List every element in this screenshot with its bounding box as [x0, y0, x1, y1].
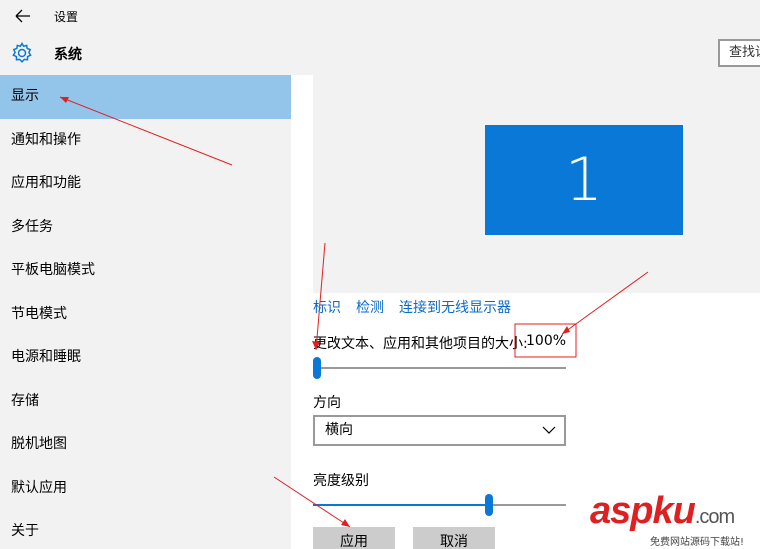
sidebar: 显示 通知和操作 应用和功能 多任务 平板电脑模式 节电模式 电源和睡眠 存储 …	[0, 75, 291, 549]
window-title: 设置	[54, 10, 79, 24]
sidebar-item-tablet-mode[interactable]: 平板电脑模式	[0, 249, 291, 293]
detect-link[interactable]: 检测	[356, 300, 384, 316]
cancel-button[interactable]: 取消	[413, 527, 495, 549]
page-title: 系统	[54, 47, 82, 63]
settings-window: 设置 系统 查找设 显示 通知和操作 应用和功能 多任务 平板电脑模式 节电模式…	[0, 0, 760, 549]
brightness-slider-fill	[313, 504, 489, 506]
scale-slider-thumb[interactable]	[313, 357, 321, 379]
page-header: 系统 查找设	[0, 33, 760, 75]
sidebar-item-multitasking[interactable]: 多任务	[0, 206, 291, 250]
orientation-select[interactable]: 横向	[313, 415, 566, 446]
watermark-brand: aspku	[590, 490, 696, 532]
scale-label: 更改文本、应用和其他项目的大小:	[313, 336, 528, 352]
monitor-tile[interactable]: 1	[485, 125, 683, 235]
chevron-down-icon	[542, 426, 556, 434]
connect-wireless-display-link[interactable]: 连接到无线显示器	[399, 300, 511, 316]
sidebar-item-about[interactable]: 关于	[0, 510, 291, 549]
title-bar: 设置	[0, 0, 760, 33]
search-input[interactable]: 查找设	[718, 39, 760, 67]
watermark-logo: aspku.com 免费网站源码下载站!	[590, 490, 760, 549]
display-links: 标识 检测 连接到无线显示器	[313, 297, 526, 317]
sidebar-item-apps-features[interactable]: 应用和功能	[0, 162, 291, 206]
sidebar-item-battery-saver[interactable]: 节电模式	[0, 293, 291, 337]
scale-slider-track[interactable]	[313, 367, 566, 369]
orientation-label: 方向	[313, 395, 341, 411]
sidebar-item-power-sleep[interactable]: 电源和睡眠	[0, 336, 291, 380]
sidebar-item-offline-maps[interactable]: 脱机地图	[0, 423, 291, 467]
sidebar-item-notifications[interactable]: 通知和操作	[0, 119, 291, 163]
orientation-value: 横向	[325, 422, 353, 438]
brightness-label: 亮度级别	[313, 473, 369, 489]
sidebar-item-default-apps[interactable]: 默认应用	[0, 467, 291, 511]
gear-icon	[12, 42, 32, 63]
scale-value: 100%	[526, 333, 567, 349]
identify-link[interactable]: 标识	[313, 300, 341, 316]
back-arrow-icon[interactable]	[12, 6, 34, 26]
apply-button[interactable]: 应用	[313, 527, 395, 549]
annotation-arrowhead	[341, 519, 350, 527]
watermark-tagline: 免费网站源码下载站!	[650, 537, 745, 548]
brightness-slider-thumb[interactable]	[485, 494, 493, 516]
sidebar-item-display[interactable]: 显示	[0, 75, 291, 119]
watermark-tld: .com	[694, 506, 735, 528]
sidebar-item-storage[interactable]: 存储	[0, 380, 291, 424]
